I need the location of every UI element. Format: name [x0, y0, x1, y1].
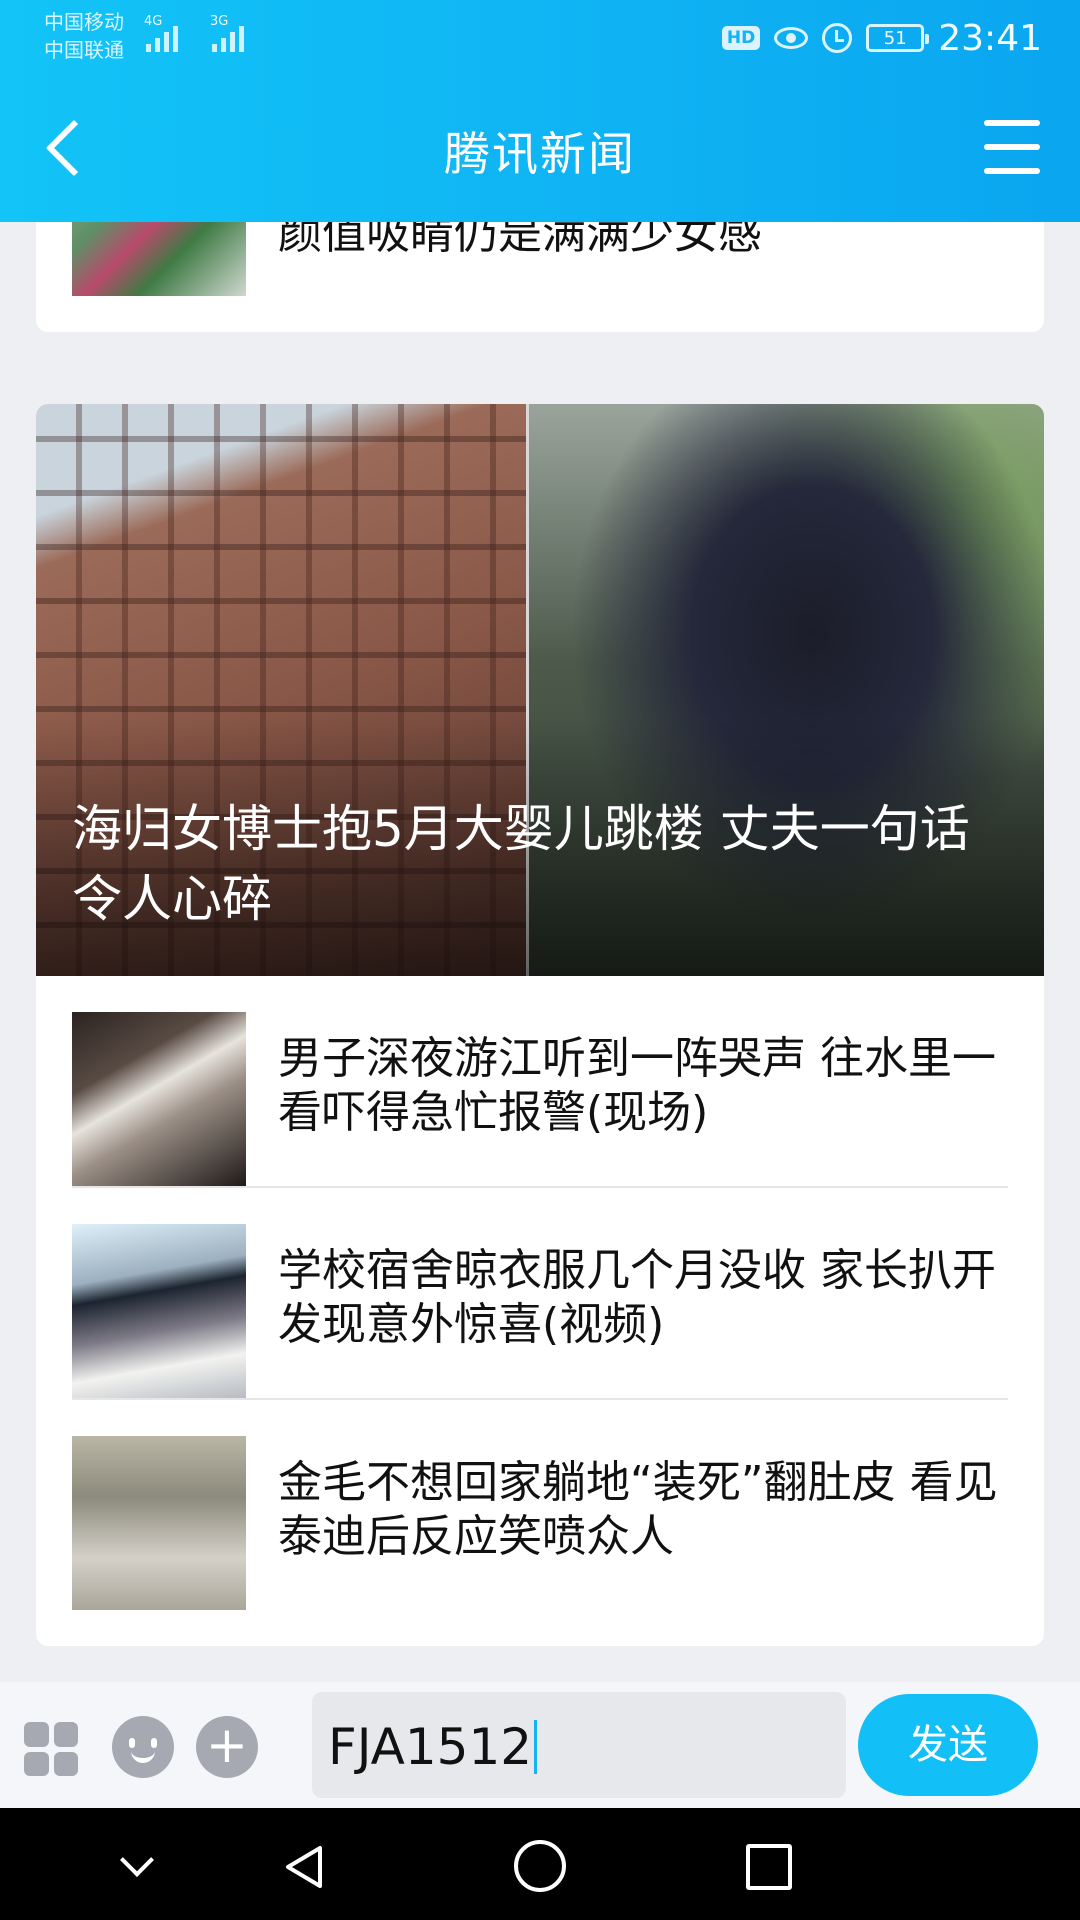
status-bar: 中国移动 中国联通 4G 3G HD 51 23:41: [0, 0, 1080, 76]
chevron-down-icon[interactable]: [112, 1842, 162, 1892]
message-input-value: FJA1512: [328, 1718, 533, 1776]
alarm-icon: [822, 23, 853, 53]
emoji-icon[interactable]: [112, 1716, 174, 1778]
page-title: 腾讯新闻: [444, 127, 636, 181]
list-item[interactable]: 男子深夜游江听到一阵哭声 往水里一看吓得急忙报警(现场): [72, 976, 1008, 1188]
list-item[interactable]: 学校宿舍晾衣服几个月没收 家长扒开发现意外惊喜(视频): [72, 1188, 1008, 1400]
apps-grid-icon[interactable]: [24, 1722, 78, 1776]
carrier-2: 中国联通: [44, 38, 124, 62]
send-button[interactable]: 发送: [858, 1694, 1038, 1796]
clock: 23:41: [938, 17, 1042, 59]
title-bar: 腾讯新闻: [0, 76, 1080, 222]
hero-title: 海归女博士抱5月大婴儿跳楼 丈夫一句话令人心碎: [72, 800, 970, 928]
net-type-1: 4G: [144, 14, 163, 29]
message-input-bar: + FJA1512 发送: [0, 1682, 1080, 1808]
article-title: 学校宿舍晾衣服几个月没收 家长扒开发现意外惊喜(视频): [278, 1245, 996, 1350]
battery-icon: 51: [866, 24, 930, 52]
system-nav-bar: [0, 1808, 1080, 1920]
signal-1-icon: 4G: [144, 14, 178, 52]
status-icons: HD 51 23:41: [721, 14, 1042, 62]
article-title: 男子深夜游江听到一阵哭声 往水里一看吓得急忙报警(现场): [278, 1033, 996, 1138]
back-triangle-icon[interactable]: [280, 1842, 330, 1892]
text-caret: [534, 1720, 538, 1774]
article-title: 金毛不想回家躺地“装死”翻肚皮 看见泰迪后反应笑喷众人: [278, 1457, 998, 1562]
signal-2-icon: 3G: [210, 14, 244, 52]
app-header: 中国移动 中国联通 4G 3G HD 51 23:41 腾讯新闻: [0, 0, 1080, 222]
news-card: 海归女博士抱5月大婴儿跳楼 丈夫一句话令人心碎 男子深夜游江听到一阵哭声 往水里…: [36, 404, 1044, 1646]
recents-square-icon[interactable]: [746, 1844, 792, 1890]
hd-icon: HD: [721, 26, 761, 50]
carrier-1: 中国移动: [44, 10, 124, 34]
eye-comfort-icon: [774, 27, 809, 49]
net-type-2: 3G: [210, 14, 229, 29]
hero-article[interactable]: 海归女博士抱5月大婴儿跳楼 丈夫一句话令人心碎: [36, 404, 1044, 976]
article-thumbnail: [72, 1224, 246, 1398]
list-item[interactable]: 金毛不想回家躺地“装死”翻肚皮 看见泰迪后反应笑喷众人: [72, 1400, 1008, 1612]
article-thumbnail: [72, 1436, 246, 1610]
plus-icon[interactable]: +: [196, 1716, 258, 1778]
hamburger-menu-icon[interactable]: [984, 120, 1040, 174]
article-thumbnail: [72, 1012, 246, 1186]
home-circle-icon[interactable]: [514, 1840, 566, 1892]
carrier-labels: 中国移动 中国联通: [44, 8, 124, 64]
message-input[interactable]: FJA1512: [312, 1692, 846, 1798]
